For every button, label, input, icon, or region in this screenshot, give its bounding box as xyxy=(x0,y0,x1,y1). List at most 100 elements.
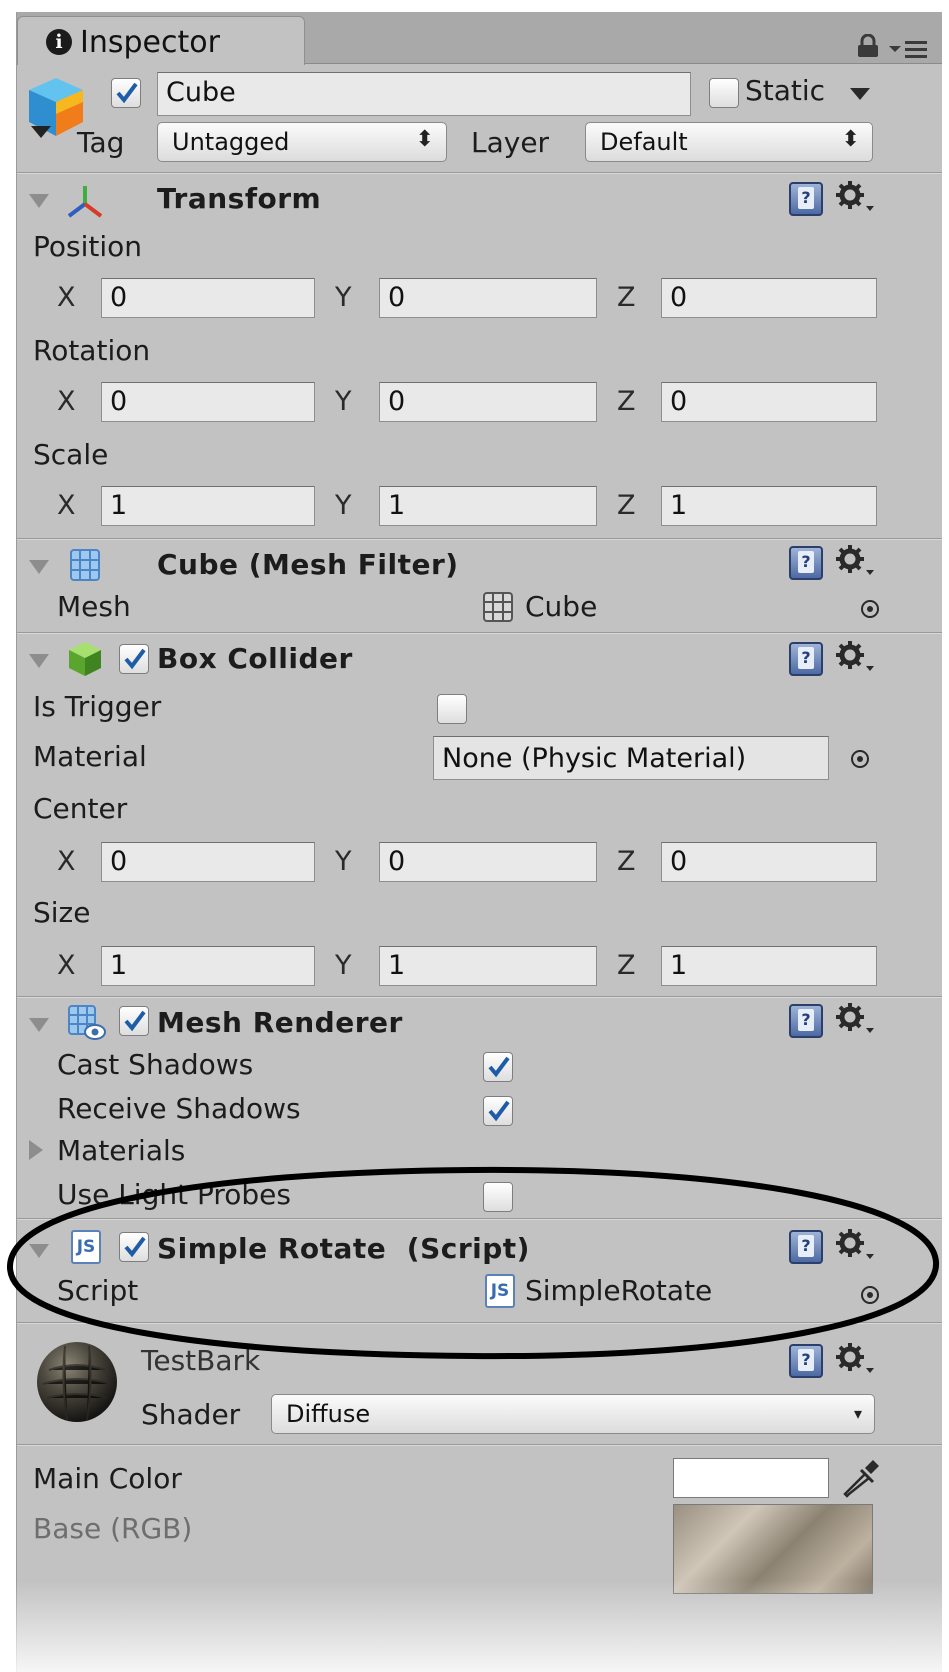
center-y-label: Y xyxy=(335,846,352,877)
base-rgb-label: Base (RGB) xyxy=(33,1512,193,1545)
rotation-x-label: X xyxy=(57,386,76,417)
mesh-object-picker-icon[interactable] xyxy=(861,600,879,618)
size-y-field[interactable]: 1 xyxy=(379,946,597,986)
is-trigger-checkbox[interactable] xyxy=(437,694,467,724)
main-color-swatch[interactable] xyxy=(673,1458,829,1498)
info-icon: i xyxy=(46,29,72,55)
material-name: TestBark xyxy=(141,1344,261,1377)
scale-x-value: 1 xyxy=(110,490,128,521)
shader-dropdown[interactable]: Diffuse ▾ xyxy=(271,1394,875,1434)
cast-shadows-checkbox[interactable] xyxy=(483,1052,513,1082)
mesh-filter-grid-icon xyxy=(70,549,100,581)
transform-help-icon[interactable] xyxy=(789,182,823,216)
mesh-filter-title: Cube (Mesh Filter) xyxy=(157,548,459,581)
tab-title: Inspector xyxy=(80,25,220,60)
size-z-field[interactable]: 1 xyxy=(661,946,877,986)
mesh-filter-foldout-icon[interactable] xyxy=(29,560,49,574)
script-foldout-icon[interactable] xyxy=(29,1244,49,1258)
position-y-value: 0 xyxy=(388,282,406,313)
scale-x-field[interactable]: 1 xyxy=(101,486,315,526)
inspector-tab[interactable]: i Inspector xyxy=(17,16,305,65)
scale-label: Scale xyxy=(33,438,109,471)
mesh-renderer-enabled-checkbox[interactable] xyxy=(119,1006,149,1036)
position-z-field[interactable]: 0 xyxy=(661,278,877,318)
transform-title: Transform xyxy=(157,182,322,215)
javascript-file-icon: JS xyxy=(71,1230,101,1264)
transform-foldout-icon[interactable] xyxy=(29,194,49,208)
script-component-title: Simple Rotate (Script) xyxy=(157,1232,530,1265)
rotation-x-field[interactable]: 0 xyxy=(101,382,315,422)
rotation-z-label: Z xyxy=(617,386,636,417)
lock-icon[interactable] xyxy=(855,34,881,58)
center-z-value: 0 xyxy=(670,846,688,877)
mesh-renderer-title: Mesh Renderer xyxy=(157,1006,403,1039)
transform-divider xyxy=(17,538,942,540)
material-preview-sphere[interactable] xyxy=(35,1340,119,1424)
mesh-renderer-help-icon[interactable] xyxy=(789,1004,823,1038)
box-collider-cube-icon xyxy=(69,642,101,676)
tag-value: Untagged xyxy=(172,128,290,156)
base-texture-slot[interactable] xyxy=(673,1504,873,1594)
rotation-y-value: 0 xyxy=(388,386,406,417)
script-object-picker-icon[interactable] xyxy=(861,1286,879,1304)
rotation-y-field[interactable]: 0 xyxy=(379,382,597,422)
position-x-field[interactable]: 0 xyxy=(101,278,315,318)
rotation-x-value: 0 xyxy=(110,386,128,417)
scale-z-value: 1 xyxy=(670,490,688,521)
box-collider-title: Box Collider xyxy=(157,642,353,675)
gameobject-name-value: Cube xyxy=(166,77,236,108)
materials-foldout-icon[interactable] xyxy=(29,1140,43,1160)
box-collider-enabled-checkbox[interactable] xyxy=(119,644,149,674)
static-checkbox[interactable] xyxy=(709,78,739,108)
script-gear-icon[interactable] xyxy=(835,1228,875,1262)
mesh-renderer-foldout-icon[interactable] xyxy=(29,1018,49,1032)
mesh-renderer-icon xyxy=(68,1005,106,1040)
position-label: Position xyxy=(33,230,143,263)
mesh-value[interactable]: Cube xyxy=(525,590,597,623)
box-collider-foldout-icon[interactable] xyxy=(29,654,49,668)
use-light-probes-checkbox[interactable] xyxy=(483,1182,513,1212)
center-z-field[interactable]: 0 xyxy=(661,842,877,882)
shader-dropdown-arrow-icon: ▾ xyxy=(853,1404,862,1423)
physic-material-picker-icon[interactable] xyxy=(851,750,869,768)
gameobject-active-checkbox[interactable] xyxy=(111,78,141,108)
scale-y-field[interactable]: 1 xyxy=(379,486,597,526)
box-collider-gear-icon[interactable] xyxy=(835,640,875,674)
material-gear-icon[interactable] xyxy=(835,1342,875,1376)
rotation-label: Rotation xyxy=(33,334,151,367)
position-y-field[interactable]: 0 xyxy=(379,278,597,318)
center-x-field[interactable]: 0 xyxy=(101,842,315,882)
box-collider-help-icon[interactable] xyxy=(789,642,823,676)
tab-menu-icon[interactable] xyxy=(887,38,931,60)
script-divider xyxy=(17,1322,942,1324)
center-x-value: 0 xyxy=(110,846,128,877)
mesh-renderer-gear-icon[interactable] xyxy=(835,1002,875,1036)
materials-label[interactable]: Materials xyxy=(57,1134,185,1167)
mesh-filter-help-icon[interactable] xyxy=(789,546,823,580)
scale-z-field[interactable]: 1 xyxy=(661,486,877,526)
tag-dropdown[interactable]: Untagged ⬍ xyxy=(157,122,447,162)
gameobject-name-field[interactable]: Cube xyxy=(157,72,691,116)
script-help-icon[interactable] xyxy=(789,1230,823,1264)
material-help-icon[interactable] xyxy=(789,1344,823,1378)
physic-material-field[interactable]: None (Physic Material) xyxy=(433,736,829,780)
center-z-label: Z xyxy=(617,846,636,877)
size-z-value: 1 xyxy=(670,950,688,981)
material-label: Material xyxy=(33,740,147,773)
script-enabled-checkbox[interactable] xyxy=(119,1232,149,1262)
receive-shadows-checkbox[interactable] xyxy=(483,1096,513,1126)
center-label: Center xyxy=(33,792,128,825)
mesh-filter-divider xyxy=(17,632,942,634)
static-dropdown-arrow-icon[interactable] xyxy=(849,86,871,102)
rotation-z-field[interactable]: 0 xyxy=(661,382,877,422)
center-y-field[interactable]: 0 xyxy=(379,842,597,882)
eyedropper-icon[interactable] xyxy=(843,1458,879,1498)
tag-label: Tag xyxy=(77,126,125,159)
mesh-filter-gear-icon[interactable] xyxy=(835,544,875,578)
script-value[interactable]: SimpleRotate xyxy=(525,1274,712,1307)
center-y-value: 0 xyxy=(388,846,406,877)
center-x-label: X xyxy=(57,846,76,877)
layer-dropdown[interactable]: Default ⬍ xyxy=(585,122,873,162)
size-x-field[interactable]: 1 xyxy=(101,946,315,986)
transform-gear-icon[interactable] xyxy=(835,180,875,214)
